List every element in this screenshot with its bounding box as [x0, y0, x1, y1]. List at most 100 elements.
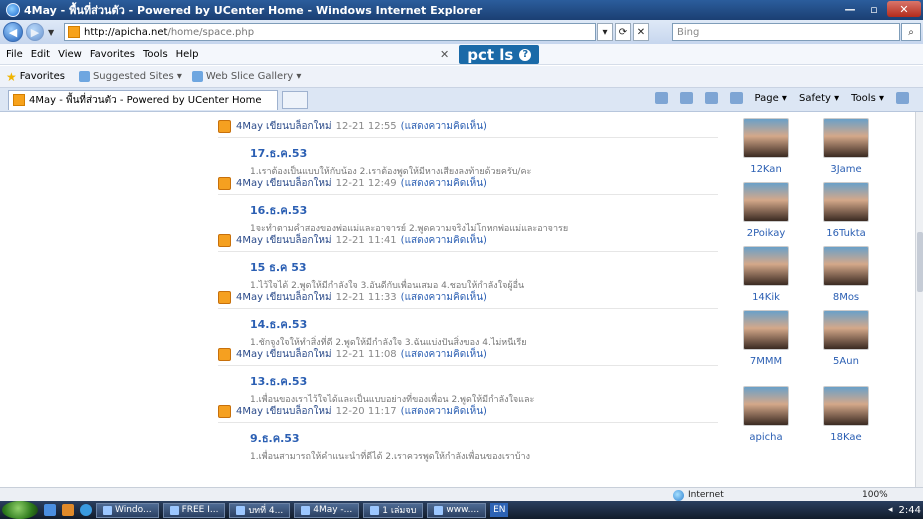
start-button[interactable]: [2, 501, 38, 519]
feed-user-link[interactable]: 4May: [236, 406, 263, 417]
feed-user-link[interactable]: 4May: [236, 235, 263, 246]
print-icon[interactable]: [729, 92, 743, 104]
suggested-sites-link[interactable]: Suggested Sites ▾: [78, 71, 182, 82]
avatar[interactable]: [743, 246, 789, 286]
friend-item[interactable]: 12Kan: [736, 118, 796, 175]
avatar[interactable]: [823, 246, 869, 286]
taskbar-item[interactable]: 1 เล่มจบ: [363, 502, 424, 518]
post-title-link[interactable]: 17.ธ.ค.53: [250, 144, 718, 162]
friend-item[interactable]: apicha: [736, 386, 796, 443]
mail-icon[interactable]: [704, 92, 718, 104]
comment-link[interactable]: (แสดงความคิดเห็น): [401, 404, 487, 419]
post-title-link[interactable]: 16.ธ.ค.53: [250, 201, 718, 219]
taskbar-item[interactable]: www....: [427, 502, 487, 518]
scrollbar-thumb[interactable]: [917, 232, 923, 292]
avatar[interactable]: [823, 118, 869, 158]
maximize-button[interactable]: ▫: [863, 1, 885, 17]
comment-link[interactable]: (แสดงความคิดเห็น): [401, 119, 487, 134]
refresh-icon[interactable]: ⟳: [615, 23, 631, 41]
feed-user-link[interactable]: 4May: [236, 121, 263, 132]
vertical-scrollbar[interactable]: [915, 112, 923, 487]
menu-favorites[interactable]: Favorites: [90, 49, 135, 60]
feed-user-link[interactable]: 4May: [236, 292, 263, 303]
language-indicator[interactable]: EN: [490, 503, 509, 517]
tray-arrow-icon[interactable]: ◂: [888, 505, 893, 515]
friend-item[interactable]: 8Mos: [816, 246, 876, 303]
friend-name[interactable]: 16Tukta: [816, 228, 876, 239]
avatar[interactable]: [743, 182, 789, 222]
avatar[interactable]: [823, 182, 869, 222]
avatar[interactable]: [743, 310, 789, 350]
friend-item[interactable]: 3Jame: [816, 118, 876, 175]
friend-name[interactable]: apicha: [736, 432, 796, 443]
post-title-link[interactable]: 9.ธ.ค.53: [250, 429, 718, 447]
pctools-logo[interactable]: pct ls ?: [459, 45, 540, 64]
friend-item[interactable]: 5Aun: [816, 310, 876, 367]
friend-name[interactable]: 3Jame: [816, 164, 876, 175]
minimize-button[interactable]: —: [839, 1, 861, 17]
taskbar-item[interactable]: 4May -...: [294, 502, 360, 518]
zoom-level[interactable]: 100%: [862, 488, 888, 502]
friend-name[interactable]: 7MMM: [736, 356, 796, 367]
safety-menu[interactable]: Safety ▾: [799, 93, 839, 104]
friend-name[interactable]: 18Kae: [816, 432, 876, 443]
friend-item[interactable]: 7MMM: [736, 310, 796, 367]
avatar[interactable]: [823, 386, 869, 426]
toolbar-close-icon[interactable]: ✕: [440, 48, 449, 61]
quicklaunch-media-icon[interactable]: [62, 504, 74, 516]
favorites-star-icon[interactable]: ★: [6, 70, 17, 84]
close-button[interactable]: ✕: [887, 1, 921, 17]
friend-item[interactable]: 14Kik: [736, 246, 796, 303]
url-input[interactable]: http://apicha.net/home/space.php: [64, 23, 596, 41]
new-tab-button[interactable]: [282, 90, 308, 109]
post-title-link[interactable]: 14.ธ.ค.53: [250, 315, 718, 333]
friend-name[interactable]: 14Kik: [736, 292, 796, 303]
friend-item[interactable]: 16Tukta: [816, 182, 876, 239]
tools-menu[interactable]: Tools ▾: [851, 93, 884, 104]
taskbar-item[interactable]: FREE I...: [162, 502, 226, 518]
comment-link[interactable]: (แสดงความคิดเห็น): [401, 290, 487, 305]
friend-name[interactable]: 5Aun: [816, 356, 876, 367]
taskbar-item[interactable]: บทที่ 4...: [229, 502, 291, 518]
feed-user-link[interactable]: 4May: [236, 349, 263, 360]
stop-icon[interactable]: ✕: [633, 23, 649, 41]
url-dropdown-icon[interactable]: ▾: [597, 23, 613, 41]
menu-file[interactable]: File: [6, 49, 23, 60]
forward-button[interactable]: ▶: [26, 23, 44, 41]
comment-link[interactable]: (แสดงความคิดเห็น): [401, 347, 487, 362]
recent-pages-dropdown[interactable]: ▼: [48, 28, 54, 37]
back-button[interactable]: ◀: [3, 22, 23, 42]
quicklaunch-desktop-icon[interactable]: [44, 504, 56, 516]
menu-help[interactable]: Help: [176, 49, 199, 60]
tab-active[interactable]: 4May - พื้นที่ส่วนตัว - Powered by UCent…: [8, 89, 278, 110]
menu-edit[interactable]: Edit: [31, 49, 50, 60]
search-icon[interactable]: ⌕: [901, 23, 921, 41]
search-input[interactable]: Bing: [672, 23, 900, 41]
feed-user-link[interactable]: 4May: [236, 178, 263, 189]
page-menu[interactable]: Page ▾: [755, 93, 787, 104]
friend-item[interactable]: 2Poikay: [736, 182, 796, 239]
feeds-icon[interactable]: [679, 92, 693, 104]
clock[interactable]: 2:44: [899, 505, 921, 516]
help-icon[interactable]: ?: [519, 48, 532, 61]
post-title-link[interactable]: 13.ธ.ค.53: [250, 372, 718, 390]
friend-name[interactable]: 8Mos: [816, 292, 876, 303]
help-menu-icon[interactable]: [896, 92, 909, 104]
friend-name[interactable]: 2Poikay: [736, 228, 796, 239]
web-slice-gallery-link[interactable]: Web Slice Gallery ▾: [191, 71, 301, 82]
comment-link[interactable]: (แสดงความคิดเห็น): [401, 176, 487, 191]
menu-tools[interactable]: Tools: [143, 49, 168, 60]
avatar[interactable]: [743, 386, 789, 426]
taskbar-item[interactable]: Windo...: [96, 502, 159, 518]
menu-view[interactable]: View: [58, 49, 82, 60]
avatar[interactable]: [743, 118, 789, 158]
quicklaunch-ie-icon[interactable]: [80, 504, 92, 516]
favorites-button[interactable]: Favorites: [20, 71, 65, 82]
security-zone[interactable]: Internet: [673, 488, 724, 502]
friend-item[interactable]: 18Kae: [816, 386, 876, 443]
avatar[interactable]: [823, 310, 869, 350]
home-icon[interactable]: [654, 92, 668, 104]
friend-name[interactable]: 12Kan: [736, 164, 796, 175]
comment-link[interactable]: (แสดงความคิดเห็น): [401, 233, 487, 248]
post-title-link[interactable]: 15 ธ.ค 53: [250, 258, 718, 276]
